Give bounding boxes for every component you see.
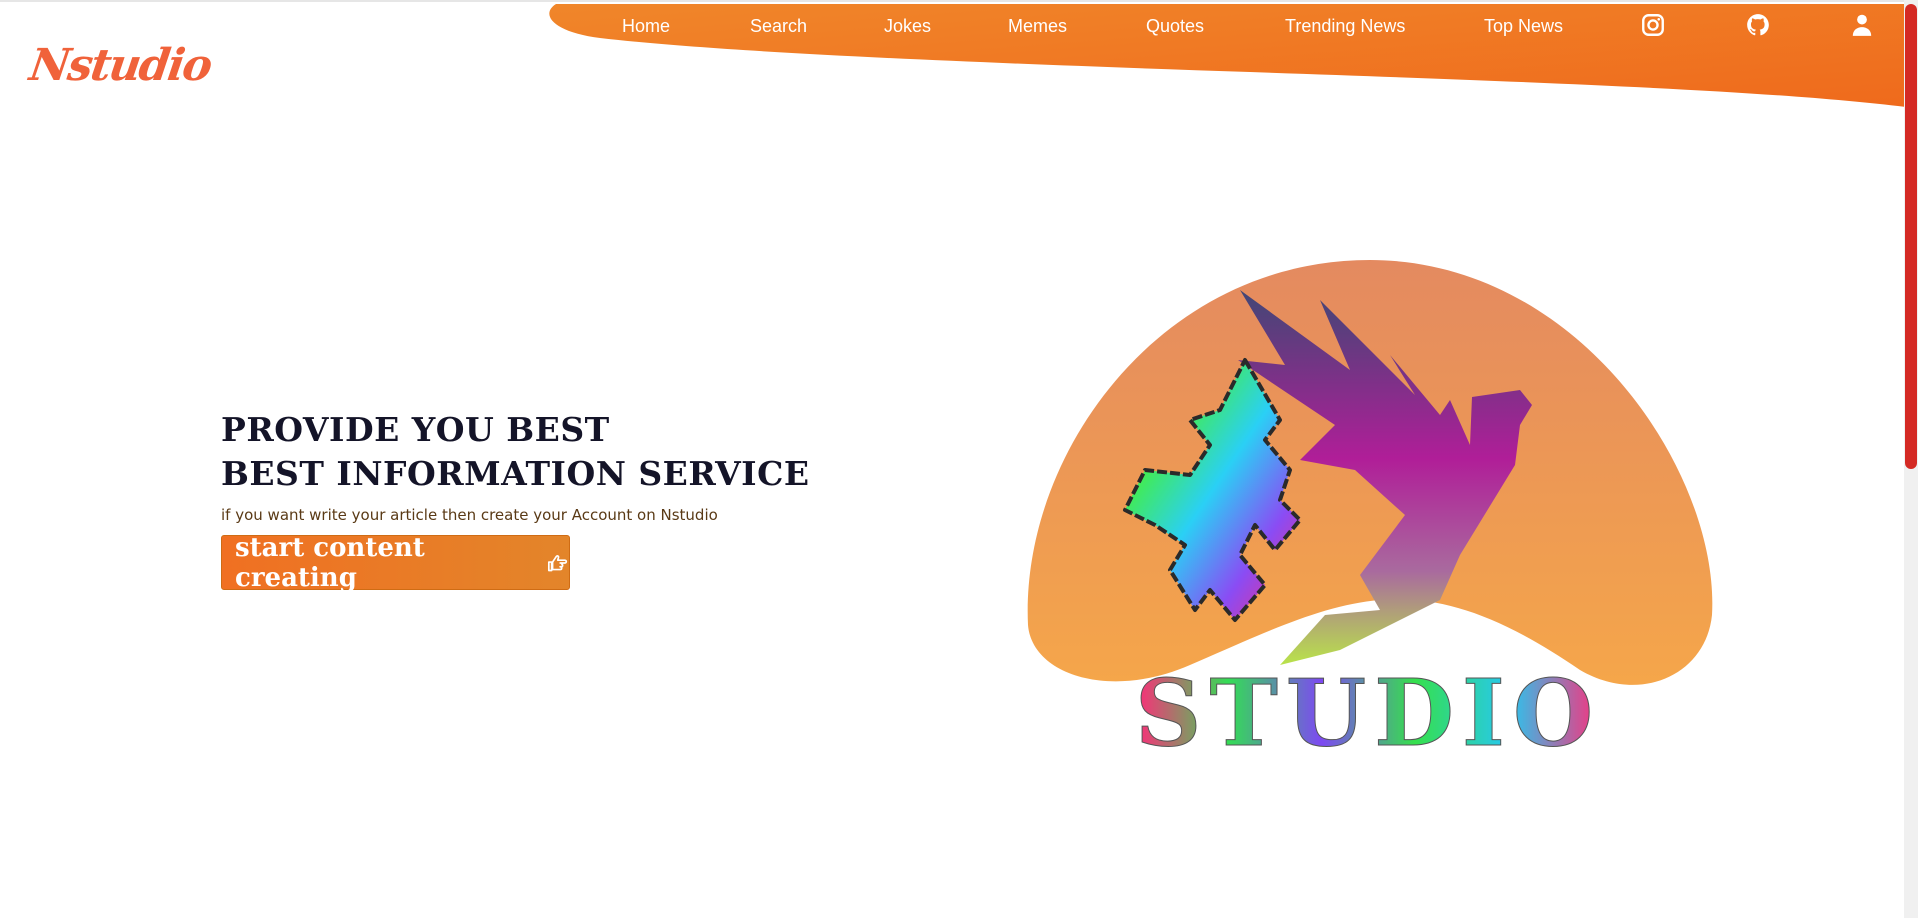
hero-title-line1: PROVIDE YOU BEST [221, 410, 610, 449]
nav-jokes[interactable]: Jokes [884, 13, 931, 39]
nav-home[interactable]: Home [622, 13, 670, 39]
brand-logo[interactable]: Nstudio [26, 40, 213, 91]
nav-search[interactable]: Search [750, 13, 807, 39]
cta-label: start content creating [235, 532, 425, 593]
header-wave [549, 4, 1906, 107]
github-icon[interactable] [1745, 12, 1771, 38]
instagram-icon[interactable] [1640, 12, 1666, 38]
nstudio-illustration: STUDIO [1027, 260, 1713, 768]
nav-trending-news[interactable]: Trending News [1285, 13, 1405, 39]
hero-title-line2: BEST INFORMATION SERVICE [221, 454, 810, 493]
hand-pointing-right-icon [548, 554, 568, 571]
studio-wordmark: STUDIO [1135, 659, 1601, 767]
nav-quotes[interactable]: Quotes [1146, 13, 1204, 39]
hero-subtitle: if you want write your article then crea… [221, 506, 718, 524]
start-content-creating-button[interactable]: start content creating [221, 532, 570, 593]
scrollbar-thumb[interactable] [1905, 4, 1917, 469]
nav-top-news[interactable]: Top News [1484, 13, 1563, 39]
nav-memes[interactable]: Memes [1008, 13, 1067, 39]
hero-section: PROVIDE YOU BEST BEST INFORMATION SERVIC… [221, 408, 810, 524]
user-icon[interactable] [1849, 12, 1875, 38]
